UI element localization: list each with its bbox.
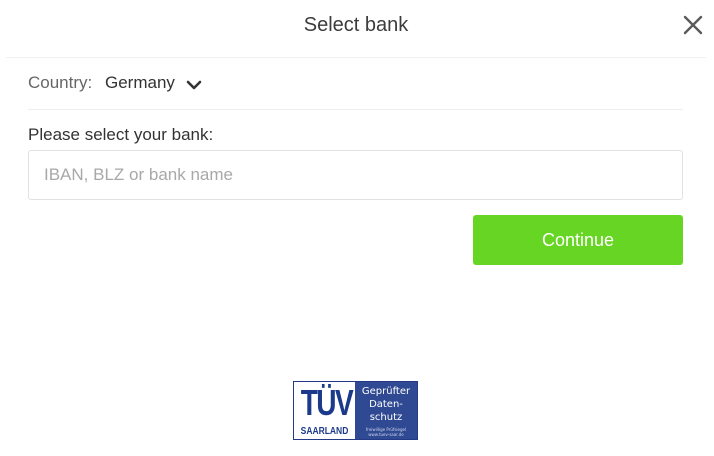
seal-panel: Geprüfter Daten-schutz freiwillige Prüfsi… bbox=[355, 382, 417, 439]
chevron-down-icon bbox=[186, 80, 202, 89]
bank-select-prompt: Please select your bank: bbox=[28, 125, 214, 144]
close-icon bbox=[683, 15, 703, 35]
tuv-data-protection-seal: TÜV SAARLAND Geprüfter Daten-schutz freiw… bbox=[293, 381, 418, 440]
tuv-mark: TÜV bbox=[300, 382, 354, 423]
tuv-region: SAARLAND bbox=[300, 426, 349, 437]
tuv-logo: TÜV SAARLAND bbox=[294, 382, 355, 439]
country-dropdown[interactable]: Germany bbox=[105, 70, 202, 96]
country-row: Country: Germany bbox=[28, 58, 683, 110]
seal-text: Geprüfter Daten-schutz bbox=[361, 386, 411, 423]
continue-button[interactable]: Continue bbox=[473, 215, 683, 265]
dialog-header: Select bank bbox=[6, 0, 706, 58]
country-value: Germany bbox=[105, 73, 175, 92]
country-label: Country: bbox=[28, 73, 93, 92]
select-bank-dialog: Select bank Country: Germany Please sele… bbox=[0, 0, 714, 456]
seal-fine-print: freiwillige Prüfsiegel www.tuev-saar.de bbox=[365, 427, 407, 437]
dialog-title: Select bank bbox=[303, 14, 409, 36]
close-button[interactable] bbox=[681, 13, 705, 37]
bank-search-input[interactable] bbox=[28, 150, 683, 200]
